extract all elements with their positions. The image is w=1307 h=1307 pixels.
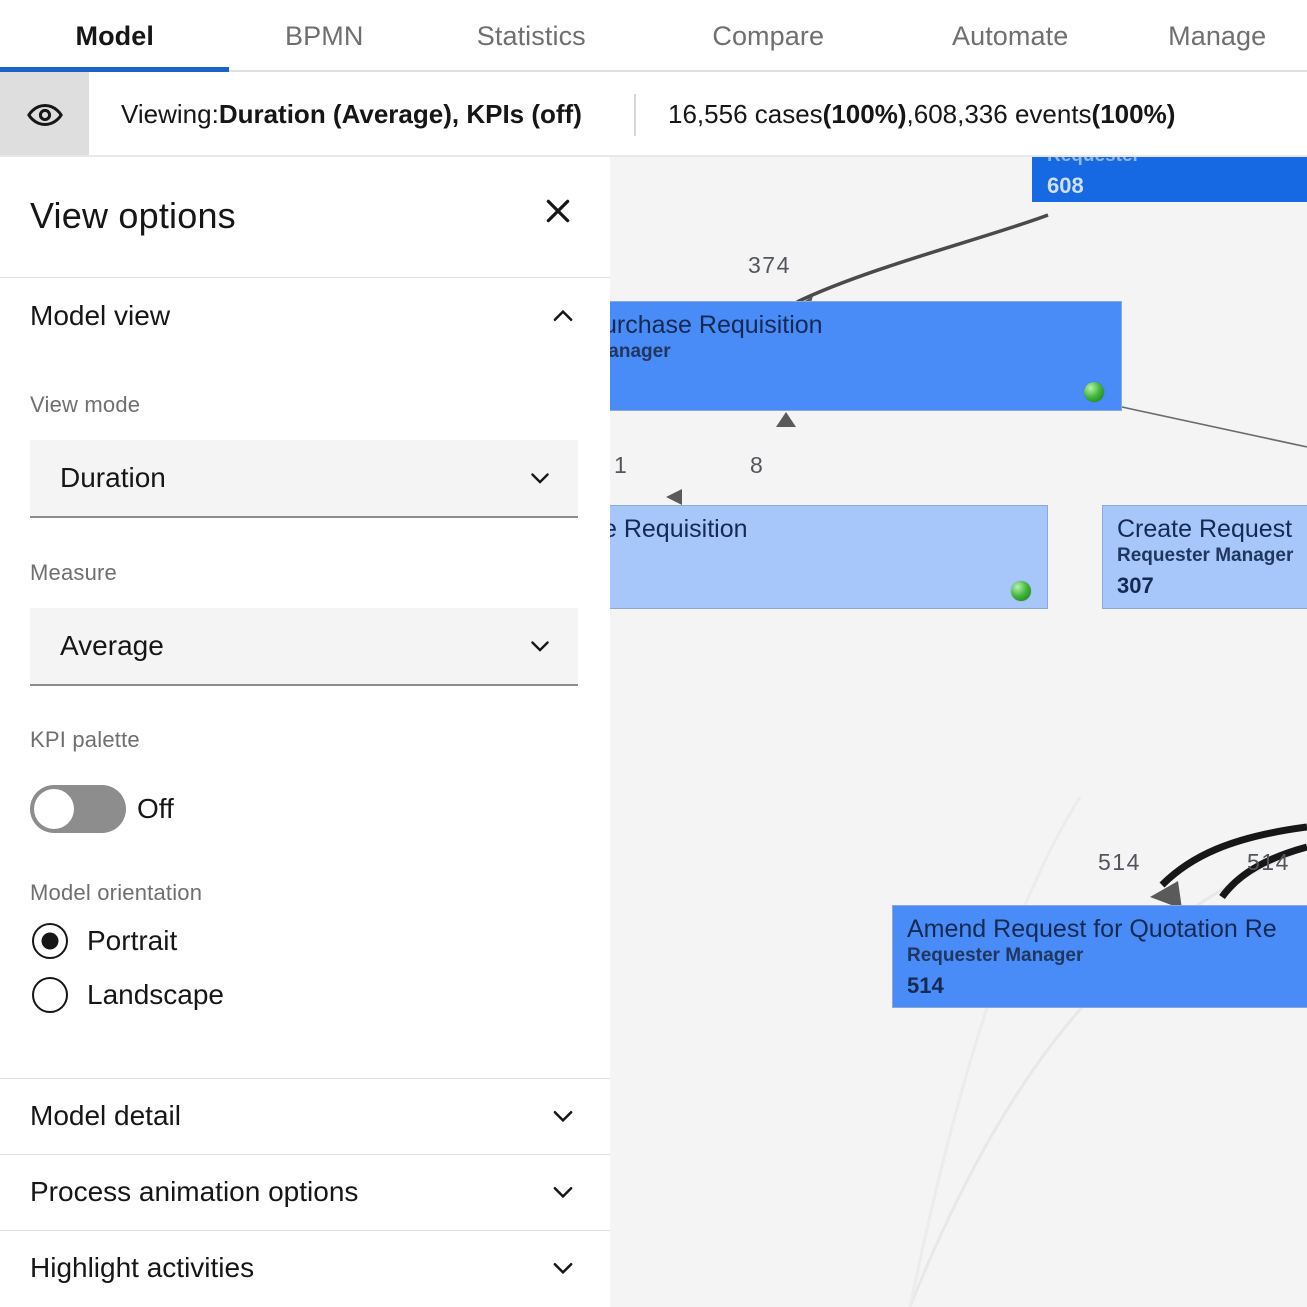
chevron-down-icon [548, 1177, 578, 1207]
tab-bpmn[interactable]: BPMN [229, 0, 419, 72]
cases-count: 16,556 cases [668, 99, 823, 129]
chevron-up-icon [548, 301, 578, 331]
measure-value: Average [60, 630, 164, 661]
toggle-knob [34, 789, 74, 829]
node-role: Requester Manager [1117, 545, 1294, 566]
eye-icon [26, 96, 64, 134]
view-mode-select[interactable]: Duration [30, 440, 578, 518]
node-title: Amend Request for Quotation Re [907, 915, 1277, 943]
chevron-down-icon [526, 632, 554, 660]
radio-label: Portrait [87, 925, 178, 956]
process-model-canvas[interactable]: 374 1 8 514 514 Requester 608 urchase Re… [610, 157, 1307, 1307]
section-header-model-view[interactable]: Model view [0, 278, 610, 354]
node-requester-608[interactable]: Requester 608 [1032, 157, 1307, 202]
node-e-requisition[interactable]: e Requisition [610, 505, 1048, 609]
viewing-prefix: Viewing: [121, 99, 219, 129]
node-status-badge [1084, 382, 1104, 402]
measure-label: Measure [30, 560, 117, 585]
node-value: 514 [907, 972, 944, 998]
close-panel-button[interactable] [534, 189, 582, 237]
section-header-process-animation-options[interactable]: Process animation options [0, 1154, 610, 1230]
view-mode-value: Duration [60, 462, 166, 493]
node-title: e Requisition [610, 515, 748, 543]
measure-select[interactable]: Average [30, 608, 578, 686]
node-title: Create Request [1117, 515, 1293, 543]
tab-statistics-label: Statistics [476, 20, 586, 51]
viewing-status-bar: Viewing: Duration (Average), KPIs (off) … [0, 72, 1307, 157]
chevron-down-icon [526, 464, 554, 492]
edge-label-514-b: 514 [1247, 849, 1290, 875]
tab-manage[interactable]: Manage [1127, 0, 1307, 72]
radio-option-landscape[interactable]: Landscape [32, 977, 224, 1013]
node-role: Requester Manager [907, 945, 1084, 966]
view-options-header: View options [0, 157, 610, 278]
section-label: Model view [30, 300, 171, 331]
radio-label: Landscape [87, 979, 225, 1010]
tab-manage-label: Manage [1168, 20, 1267, 51]
main-tab-bar: Model BPMN Statistics Compare Automate M… [0, 0, 1307, 72]
close-icon [541, 194, 575, 233]
section-header-model-detail[interactable]: Model detail [0, 1078, 610, 1154]
tab-model[interactable]: Model [0, 0, 230, 72]
cases-percent: (100%) [822, 99, 907, 129]
section-label: Process animation options [30, 1176, 359, 1207]
view-mode-label: View mode [30, 392, 141, 417]
edge-label-1: 1 [614, 452, 629, 478]
view-options-toggle-button[interactable] [0, 72, 89, 157]
radio-icon-selected [32, 923, 68, 959]
node-purchase-requisition[interactable]: urchase Requisition lanager [610, 301, 1122, 411]
section-label: Highlight activities [30, 1252, 255, 1283]
node-amend-request-for-quotation[interactable]: Amend Request for Quotation Re Requester… [892, 905, 1307, 1008]
tab-statistics[interactable]: Statistics [419, 0, 643, 72]
chevron-down-icon [548, 1101, 578, 1131]
kpi-palette-toggle[interactable] [30, 785, 126, 833]
node-value: 608 [1047, 172, 1084, 198]
status-divider [634, 94, 636, 136]
events-count: 608,336 events [913, 99, 1092, 129]
tab-model-label: Model [75, 20, 154, 51]
page-title: View options [30, 195, 236, 236]
tab-compare-label: Compare [712, 20, 825, 51]
node-create-request[interactable]: Create Request Requester Manager 307 [1102, 505, 1307, 609]
viewing-value: Duration (Average), KPIs (off) [218, 99, 582, 129]
kpi-palette-state: Off [137, 793, 174, 824]
node-role: lanager [610, 341, 671, 362]
node-status-badge [1011, 581, 1031, 601]
view-options-panel: View options Model view View mode Durati… [0, 157, 610, 1307]
edge-label-374: 374 [748, 252, 791, 278]
edge-label-8: 8 [750, 452, 765, 478]
tab-automate[interactable]: Automate [893, 0, 1127, 72]
node-value: 307 [1117, 572, 1154, 598]
radio-option-portrait[interactable]: Portrait [32, 923, 177, 959]
tab-bpmn-label: BPMN [285, 20, 364, 51]
chevron-down-icon [548, 1253, 578, 1283]
radio-icon-unselected [32, 977, 68, 1013]
events-percent: (100%) [1091, 99, 1176, 129]
counts-separator: , [906, 99, 914, 129]
tab-compare[interactable]: Compare [644, 0, 893, 72]
node-title: urchase Requisition [610, 311, 823, 339]
node-role: Requester [1047, 157, 1307, 169]
kpi-palette-label: KPI palette [30, 727, 140, 752]
case-event-counts: 16,556 cases (100%), 608,336 events (100… [668, 72, 1175, 157]
edge-label-514-a: 514 [1098, 849, 1141, 875]
section-label: Model detail [30, 1100, 181, 1131]
model-orientation-label: Model orientation [30, 880, 203, 905]
section-header-highlight-activities[interactable]: Highlight activities [0, 1230, 610, 1306]
viewing-label: Viewing: Duration (Average), KPIs (off) [121, 72, 582, 157]
tab-automate-label: Automate [951, 20, 1069, 51]
